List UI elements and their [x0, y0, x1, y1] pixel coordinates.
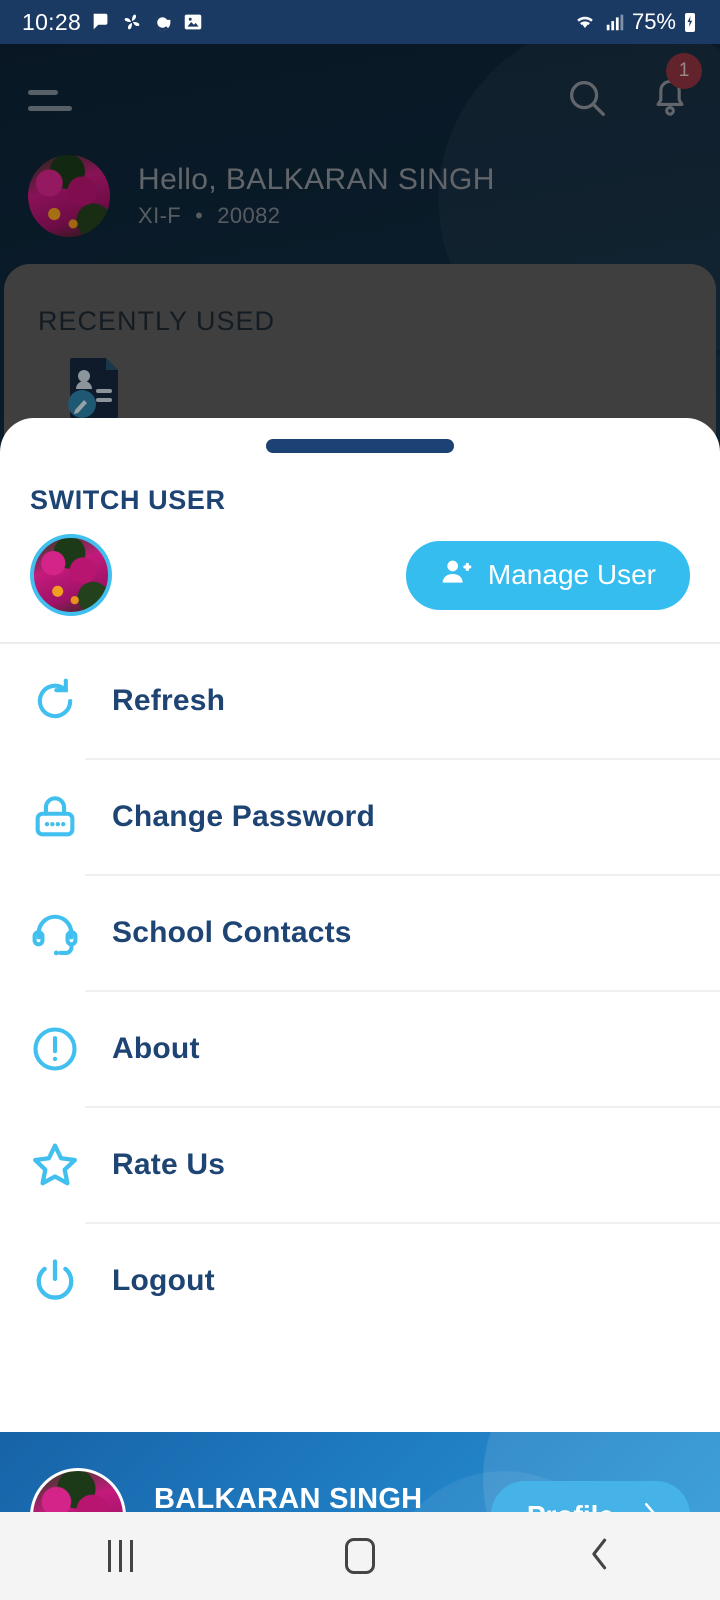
info-exclamation-icon — [26, 1023, 84, 1075]
switch-user-row: Manage User — [0, 516, 720, 642]
back-button[interactable] — [540, 1534, 660, 1579]
status-bar: 10:28 75% — [0, 0, 720, 44]
menu-item-refresh[interactable]: Refresh — [0, 644, 720, 758]
home-button[interactable] — [300, 1538, 420, 1574]
switch-user-bottom-sheet: SWITCH USER Manage User Refresh — [0, 418, 720, 1600]
menu-label: Rate Us — [112, 1148, 225, 1182]
person-add-icon — [440, 556, 472, 595]
star-icon — [26, 1138, 84, 1192]
battery-percent: 75% — [632, 9, 676, 35]
manage-user-button[interactable]: Manage User — [406, 541, 690, 610]
manage-user-label: Manage User — [488, 559, 656, 591]
wifi-icon — [572, 11, 598, 33]
menu-label: Refresh — [112, 684, 225, 718]
menu-label: About — [112, 1032, 200, 1066]
status-time: 10:28 — [22, 9, 81, 36]
menu-item-school-contacts[interactable]: School Contacts — [0, 876, 720, 990]
sheet-title: SWITCH USER — [30, 485, 720, 516]
phone-screen: 10:28 75% — [0, 0, 720, 1600]
recents-icon — [108, 1540, 133, 1572]
menu-label: School Contacts — [112, 916, 352, 950]
power-icon — [26, 1255, 84, 1307]
signal-icon — [604, 11, 626, 33]
status-bar-right: 75% — [572, 9, 698, 35]
recents-button[interactable] — [60, 1540, 180, 1572]
footer-user-name: BALKARAN SINGH — [154, 1483, 422, 1516]
android-nav-bar — [0, 1512, 720, 1600]
lock-password-icon — [26, 791, 84, 843]
message-icon — [90, 11, 112, 33]
google-g-icon — [152, 12, 173, 33]
menu-item-rate-us[interactable]: Rate Us — [0, 1108, 720, 1222]
menu-item-about[interactable]: About — [0, 992, 720, 1106]
switch-user-avatar[interactable] — [30, 534, 112, 616]
refresh-icon — [26, 675, 84, 727]
status-bar-left: 10:28 — [22, 9, 204, 36]
menu-item-logout[interactable]: Logout — [0, 1224, 720, 1338]
photos-icon — [182, 11, 204, 33]
headset-icon — [26, 907, 84, 959]
sheet-drag-handle[interactable] — [266, 439, 454, 453]
menu-item-change-password[interactable]: Change Password — [0, 760, 720, 874]
menu-label: Logout — [112, 1264, 215, 1298]
home-icon — [345, 1538, 375, 1574]
windmill-icon — [121, 11, 143, 33]
battery-charging-icon — [682, 10, 698, 34]
sheet-menu-list: Refresh Change Password — [0, 644, 720, 1432]
menu-label: Change Password — [112, 800, 375, 834]
back-icon — [585, 1534, 615, 1579]
